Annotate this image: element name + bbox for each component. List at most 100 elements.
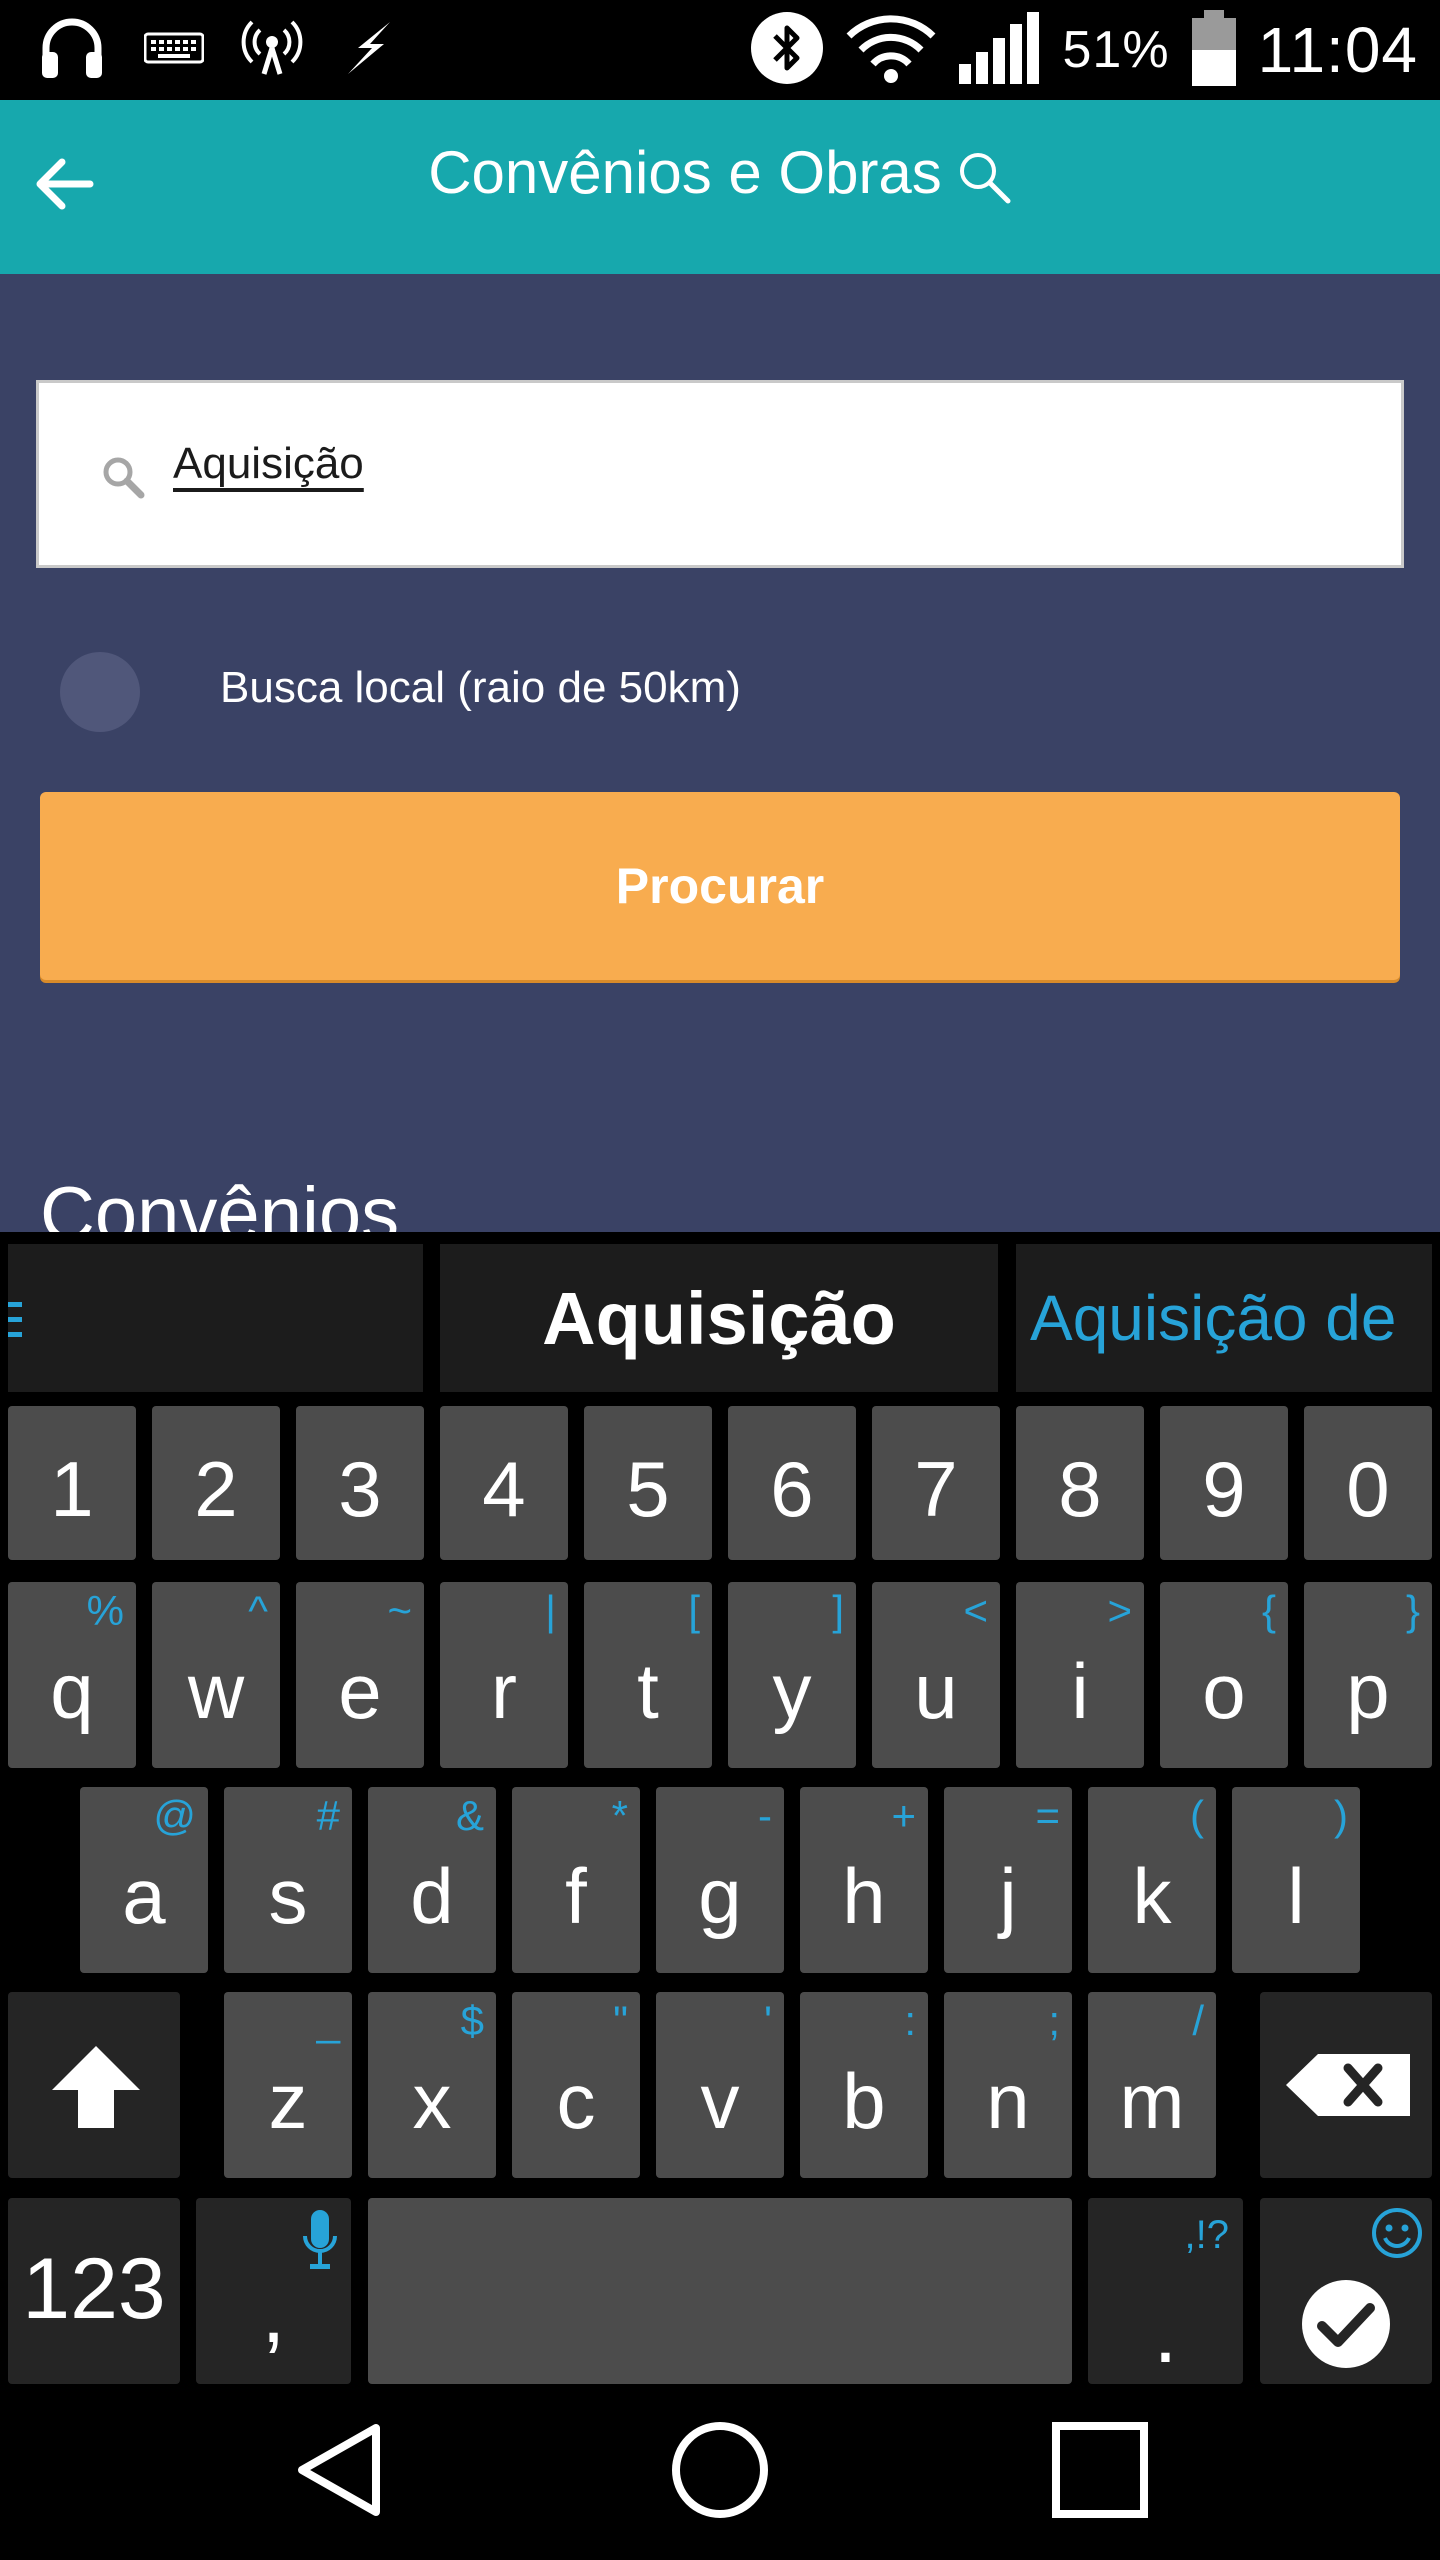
key-h[interactable]: + h — [800, 1787, 928, 1973]
key-m[interactable]: / m — [1088, 1992, 1216, 2178]
key-r[interactable]: | r — [440, 1582, 568, 1768]
flash-icon — [340, 18, 400, 83]
shift-key[interactable] — [8, 1992, 180, 2178]
key-x[interactable]: $ x — [368, 1992, 496, 2178]
suggestion-left[interactable] — [8, 1244, 423, 1392]
key-z[interactable]: _ z — [224, 1992, 352, 2178]
key-s[interactable]: # s — [224, 1787, 352, 1973]
key-m-hint: / — [1192, 1997, 1204, 2044]
key-l[interactable]: ) l — [1232, 1787, 1360, 1973]
key-k-hint: ( — [1190, 1792, 1204, 1839]
comma-key[interactable]: , — [196, 2198, 351, 2384]
key-e-hint: ~ — [387, 1587, 412, 1634]
key-q-label: q — [50, 1647, 94, 1735]
key-6[interactable]: 6 — [728, 1406, 856, 1560]
key-2[interactable]: 2 — [152, 1406, 280, 1560]
key-f[interactable]: * f — [512, 1787, 640, 1973]
key-v-label: v — [700, 2057, 740, 2145]
key-n[interactable]: ; n — [944, 1992, 1072, 2178]
key-c-label: c — [556, 2057, 596, 2145]
key-l-label: l — [1287, 1852, 1305, 1940]
app-bar: Convênios e Obras — [0, 100, 1440, 274]
key-b[interactable]: :b — [800, 1992, 928, 2178]
key-i[interactable]: > i — [1016, 1582, 1144, 1768]
key-i-label: i — [1071, 1647, 1089, 1735]
key-u[interactable]: < u — [872, 1582, 1000, 1768]
key-4-label: 4 — [482, 1445, 526, 1533]
key-y-hint: ] — [832, 1587, 844, 1634]
key-o-hint: { — [1261, 1587, 1276, 1634]
key-8[interactable]: 8 — [1016, 1406, 1144, 1560]
key-6-label: 6 — [770, 1445, 814, 1533]
key-p[interactable]: } p — [1304, 1582, 1432, 1768]
key-a-label: a — [122, 1852, 166, 1940]
key-3[interactable]: 3 — [296, 1406, 424, 1560]
key-g-hint: - — [758, 1792, 772, 1839]
key-g[interactable]: -g — [656, 1787, 784, 1973]
key-7-label: 7 — [914, 1445, 958, 1533]
enter-key[interactable] — [1260, 2198, 1432, 2384]
key-w[interactable]: ^ w — [152, 1582, 280, 1768]
circle-home-icon — [670, 2420, 770, 2525]
key-5[interactable]: 5 — [584, 1406, 712, 1560]
key-7[interactable]: 7 — [872, 1406, 1000, 1560]
battery-icon — [1190, 8, 1238, 93]
search-field[interactable]: Aquisição — [36, 380, 1404, 568]
key-a[interactable]: @ a — [80, 1787, 208, 1973]
key-c[interactable]: " c — [512, 1992, 640, 2178]
key-k-label: k — [1132, 1852, 1172, 1940]
smiley-icon — [1370, 2206, 1424, 2265]
key-h-hint: + — [891, 1792, 916, 1839]
square-recents-icon — [1050, 2420, 1150, 2525]
mode-123-label: 123 — [22, 2241, 166, 2337]
key-5-label: 5 — [626, 1445, 670, 1533]
search-input-value[interactable]: Aquisição — [173, 439, 364, 489]
key-m-label: m — [1119, 2057, 1185, 2145]
key-9[interactable]: 9 — [1160, 1406, 1288, 1560]
key-2-label: 2 — [194, 1445, 238, 1533]
key-8-label: 8 — [1058, 1445, 1102, 1533]
key-0[interactable]: 0 — [1304, 1406, 1432, 1560]
key-n-label: n — [986, 2057, 1030, 2145]
key-b-label: b — [842, 2057, 886, 2145]
key-4[interactable]: 4 — [440, 1406, 568, 1560]
keyboard: Aquisição Aquisição de 1 2 3 4 5 6 7 8 9 0% q ^ w ~ e |… — [0, 1232, 1440, 2384]
key-d-hint: & — [455, 1792, 484, 1839]
key-y[interactable]: ] y — [728, 1582, 856, 1768]
key-d[interactable]: & d — [368, 1787, 496, 1973]
space-key[interactable] — [368, 2198, 1072, 2384]
key-1[interactable]: 1 — [8, 1406, 136, 1560]
key-q[interactable]: % q — [8, 1582, 136, 1768]
keyboard-icon — [143, 28, 205, 73]
key-o[interactable]: {o — [1160, 1582, 1288, 1768]
backspace-key[interactable] — [1260, 1992, 1432, 2178]
nav-back-button[interactable] — [290, 2422, 390, 2522]
key-u-label: u — [914, 1647, 958, 1735]
key-x-label: x — [412, 2057, 452, 2145]
key-z-label: z — [268, 2057, 308, 2145]
key-k[interactable]: (k — [1088, 1787, 1216, 1973]
key-x-hint: $ — [460, 1997, 484, 2044]
suggestion-middle[interactable]: Aquisição — [440, 1244, 998, 1392]
clock: 11:04 — [1257, 14, 1418, 86]
key-e[interactable]: ~ e — [296, 1582, 424, 1768]
suggestion-right[interactable]: Aquisição de — [1016, 1244, 1432, 1392]
local-search-label: Busca local (raio de 50km) — [220, 663, 741, 712]
key-9-label: 9 — [1202, 1445, 1246, 1533]
key-n-hint: ; — [1048, 1997, 1060, 2044]
local-search-radio[interactable] — [60, 652, 140, 732]
key-v[interactable]: ' v — [656, 1992, 784, 2178]
nav-recents-button[interactable] — [1050, 2420, 1150, 2525]
drag-handle-icon[interactable] — [8, 1298, 24, 1342]
key-g-label: g — [698, 1852, 742, 1940]
comma-label: , — [261, 2265, 286, 2361]
period-key[interactable]: ,!? . — [1088, 2198, 1243, 2384]
key-p-label: p — [1346, 1647, 1390, 1735]
key-j[interactable]: = j — [944, 1787, 1072, 1973]
nav-home-button[interactable] — [670, 2420, 770, 2525]
search-button[interactable]: Procurar — [40, 792, 1400, 980]
key-t[interactable]: [t — [584, 1582, 712, 1768]
key-i-hint: > — [1107, 1587, 1132, 1634]
page-title: Convênios e Obras — [428, 139, 942, 206]
mode-123-key[interactable]: 123 — [8, 2198, 180, 2384]
